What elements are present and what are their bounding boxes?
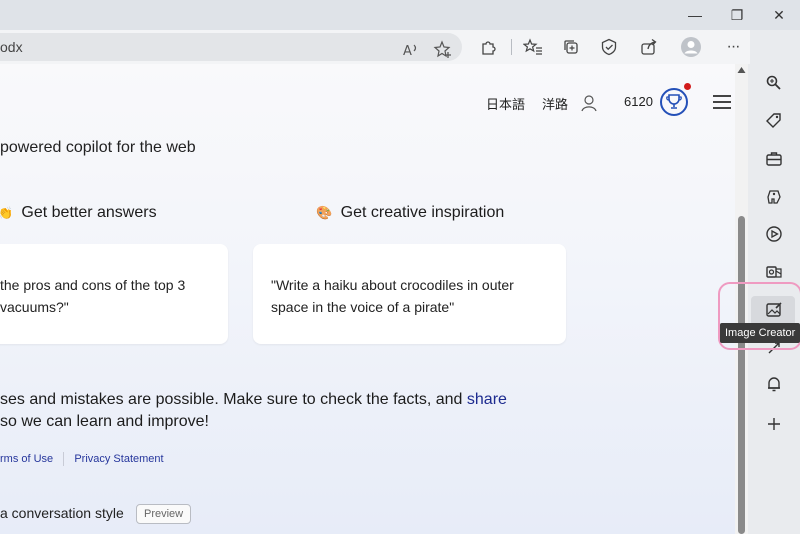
disclaimer-text: ses and mistakes are possible. Make sure… (0, 391, 467, 408)
browser-essentials-icon[interactable] (596, 34, 622, 60)
toolbar-divider (511, 39, 512, 55)
add-favorite-icon[interactable] (430, 37, 456, 63)
example-card[interactable]: "Write a haiku about crocodiles in outer… (253, 244, 566, 344)
close-button[interactable]: ✕ (758, 0, 800, 30)
notification-dot (684, 83, 691, 90)
privacy-statement-link[interactable]: Privacy Statement (74, 453, 163, 465)
region-link[interactable]: 洋路 (542, 94, 568, 113)
address-text[interactable]: odx (0, 39, 23, 55)
search-icon[interactable] (762, 71, 786, 95)
games-icon[interactable] (762, 185, 786, 209)
terms-of-use-link[interactable]: rms of Use (0, 453, 53, 465)
extensions-icon[interactable] (476, 34, 502, 60)
address-bar[interactable]: odx A (0, 33, 462, 61)
disclaimer-text: so we can learn and improve! (0, 413, 209, 430)
palette-emoji-icon: 🎨 (316, 205, 333, 220)
browser-toolbar: odx A ··· (0, 30, 800, 64)
favorites-icon[interactable] (520, 34, 546, 60)
add-icon[interactable] (762, 412, 786, 436)
collections-icon[interactable] (558, 34, 584, 60)
share-icon[interactable] (636, 34, 662, 60)
disclaimer: ses and mistakes are possible. Make sure… (0, 389, 507, 433)
notifications-icon[interactable] (762, 372, 786, 396)
scrollbar-thumb[interactable] (738, 216, 745, 534)
clap-emoji-icon: 👏 (0, 206, 13, 220)
example-prompt: the pros and cons of the top 3 vacuums?" (0, 277, 186, 315)
restore-button[interactable]: ❐ (716, 0, 758, 30)
scroll-up-arrow-icon[interactable] (737, 66, 746, 74)
read-aloud-icon[interactable]: A (398, 37, 424, 63)
title-bar: — ❐ ✕ (0, 0, 800, 30)
feature-title: Get better answers (21, 204, 157, 221)
footer-divider (63, 452, 65, 466)
user-icon[interactable] (576, 90, 602, 116)
svg-text:A: A (403, 44, 412, 58)
rewards-points[interactable]: 6120 (624, 94, 653, 109)
preview-badge: Preview (136, 504, 192, 524)
share-feedback-link[interactable]: share (467, 391, 507, 408)
shopping-tag-icon[interactable] (762, 109, 786, 133)
image-creator-tooltip: Image Creator (720, 323, 800, 343)
copilot-page: 日本語 洋路 6120 powered copilot for the web … (0, 64, 735, 534)
feature-title: Get creative inspiration (340, 204, 505, 221)
more-icon[interactable]: ··· (720, 34, 746, 60)
tagline: powered copilot for the web (0, 139, 196, 156)
rewards-trophy-icon[interactable] (660, 88, 688, 116)
conversation-style-label: a conversation style (0, 505, 124, 521)
outlook-icon[interactable] (762, 260, 786, 284)
footer-links: rms of Use Privacy Statement (0, 452, 164, 466)
language-link[interactable]: 日本語 (486, 94, 525, 113)
copilot-play-icon[interactable] (762, 222, 786, 246)
example-card[interactable]: the pros and cons of the top 3 vacuums?" (0, 244, 228, 344)
feature-better-answers: 👏 Get better answers (0, 204, 157, 222)
feature-creative-inspiration: 🎨 Get creative inspiration (316, 204, 504, 222)
example-prompt: "Write a haiku about crocodiles in outer… (271, 277, 514, 315)
tools-icon[interactable] (762, 147, 786, 171)
profile-icon[interactable] (678, 34, 704, 60)
minimize-button[interactable]: — (674, 0, 716, 30)
menu-icon[interactable] (713, 95, 731, 109)
